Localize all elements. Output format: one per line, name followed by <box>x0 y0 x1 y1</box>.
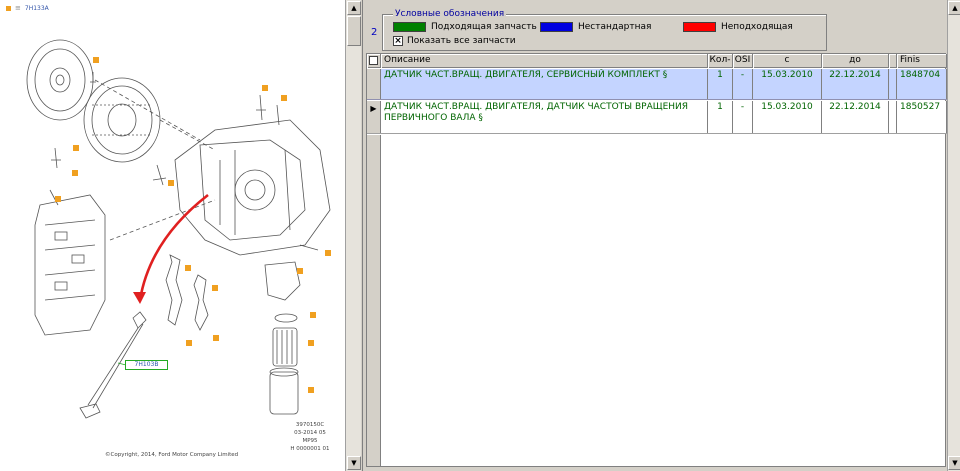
table-row[interactable]: ▶ ДАТЧИК ЧАСТ.ВРАЩ. ДВИГАТЕЛЯ, ДАТЧИК ЧА… <box>367 101 947 134</box>
gearbox-housing-part <box>174 119 331 256</box>
column-header-finis[interactable]: Finis <box>897 54 947 68</box>
cell-qty: 1 <box>708 69 733 99</box>
cell-osi: - <box>733 101 753 133</box>
column-header-to[interactable]: до <box>822 54 889 68</box>
illustration-code-line: 3970150C <box>295 422 325 428</box>
illustration-code-line: H 0000001 01 <box>290 446 330 452</box>
filter-cup-part <box>269 371 299 415</box>
header-select-all[interactable] <box>367 54 381 68</box>
table-scrollbar[interactable]: ▲ ▼ <box>947 0 960 471</box>
parts-list-pane: 2 Условные обозначения Подходящая запчас… <box>362 0 960 471</box>
cell-osi: - <box>733 69 753 99</box>
callout-label-speed-sensor[interactable]: 7H103B <box>125 360 168 370</box>
legend-item-unsuitable: Неподходящая <box>683 22 793 32</box>
current-row-marker-icon[interactable]: ▶ <box>367 101 381 133</box>
cell-finis: 1848704 <box>897 69 947 99</box>
legend-group: Условные обозначения Подходящая запчасть… <box>382 9 827 51</box>
diagram-row-number: 2 <box>371 27 378 38</box>
column-header-osi[interactable]: OSI <box>733 54 753 68</box>
clutch-disc-part <box>83 77 161 163</box>
table-header: Описание Кол- OSI с до Finis <box>367 54 947 68</box>
column-header-description[interactable]: Описание <box>381 54 708 68</box>
column-header-blank[interactable] <box>889 54 897 68</box>
blue-swatch-icon <box>540 22 573 32</box>
scroll-down-icon[interactable]: ▼ <box>948 456 960 470</box>
show-all-parts-checkbox[interactable]: × Показать все запчасти <box>393 36 516 46</box>
cell-from-date: 15.03.2010 <box>753 69 822 99</box>
legend-title: Условные обозначения <box>393 9 507 20</box>
highlight-arrow <box>138 193 209 301</box>
row-selector-column <box>367 135 381 466</box>
scroll-up-icon[interactable]: ▲ <box>347 1 361 15</box>
exploded-diagram-pane[interactable]: ≡ 7H133A 7H103B 3970150C 03-2014 05 MP95… <box>0 0 345 471</box>
speed-sensor-part <box>132 311 147 329</box>
illustration-code-line: 03-2014 05 <box>294 430 326 436</box>
transmission-exploded-view <box>26 39 331 419</box>
illustration-code-line: MP95 <box>302 438 318 444</box>
filter-housing-part <box>264 261 301 301</box>
cell-description: ДАТЧИК ЧАСТ.ВРАЩ. ДВИГАТЕЛЯ, СЕРВИСНЫЙ К… <box>381 69 708 99</box>
cell-qty: 1 <box>708 101 733 133</box>
cell-to-date: 22.12.2014 <box>822 69 889 99</box>
cell-blank <box>889 101 897 133</box>
select-all-checkbox-icon[interactable] <box>369 56 378 65</box>
legend-item-suitable: Подходящая запчасть <box>393 22 537 32</box>
cell-finis: 1850527 <box>897 101 947 133</box>
cell-blank <box>889 69 897 99</box>
cell-from-date: 15.03.2010 <box>753 101 822 133</box>
red-swatch-icon <box>683 22 716 32</box>
legend-label: Неподходящая <box>721 22 793 32</box>
legend-item-nonstandard: Нестандартная <box>540 22 651 32</box>
show-all-parts-label: Показать все запчасти <box>407 36 516 46</box>
diagram-scrollbar[interactable]: ▲ ▼ <box>345 0 361 471</box>
column-header-from[interactable]: с <box>753 54 822 68</box>
illustration-code: 3970150C 03-2014 05 MP95 H 0000001 01 <box>287 421 333 453</box>
row-selector[interactable] <box>367 69 381 99</box>
table-row[interactable]: ДАТЧИК ЧАСТ.ВРАЩ. ДВИГАТЕЛЯ, СЕРВИСНЫЙ К… <box>367 69 947 100</box>
scroll-up-icon[interactable]: ▲ <box>948 1 960 15</box>
valve-body-part <box>34 194 106 336</box>
column-header-qty[interactable]: Кол- <box>708 54 733 68</box>
gasket-part <box>165 254 183 326</box>
green-swatch-icon <box>393 22 426 32</box>
checkbox-checked-icon[interactable]: × <box>393 36 403 46</box>
legend-label: Подходящая запчасть <box>431 22 537 32</box>
legend-label: Нестандартная <box>578 22 652 32</box>
copyright-text: ©Copyright, 2014, Ford Motor Company Lim… <box>105 452 239 458</box>
scroll-thumb[interactable] <box>347 16 361 46</box>
cell-to-date: 22.12.2014 <box>822 101 889 133</box>
flywheel-part <box>26 39 94 121</box>
scroll-down-icon[interactable]: ▼ <box>347 456 361 470</box>
cell-description: ДАТЧИК ЧАСТ.ВРАЩ. ДВИГАТЕЛЯ, ДАТЧИК ЧАСТ… <box>381 101 708 133</box>
parts-table: Описание Кол- OSI с до Finis ДАТЧИК ЧАСТ… <box>366 53 947 467</box>
